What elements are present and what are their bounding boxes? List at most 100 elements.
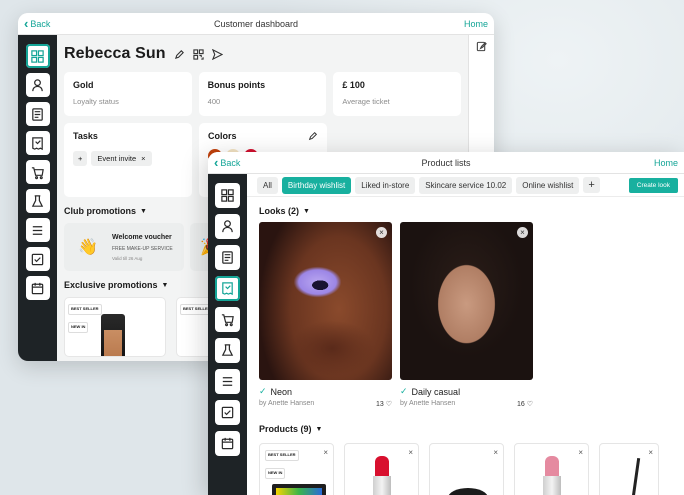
sidebar-item-tasks[interactable] — [215, 400, 240, 425]
chevron-left-icon: ‹ — [24, 16, 29, 31]
tasks-card: Tasks + Event invite × — [64, 123, 192, 197]
looks-header[interactable]: Looks (2) ▼ — [259, 206, 684, 216]
grid-icon — [221, 189, 234, 202]
task-chip-label: Event invite — [97, 154, 137, 163]
exclusive-promotions-label: Exclusive promotions — [64, 280, 158, 290]
edit-note-icon[interactable] — [476, 41, 487, 52]
pencil-icon[interactable] — [308, 131, 318, 141]
tasks-title: Tasks — [73, 131, 98, 141]
sidebar-item-tasks[interactable] — [25, 247, 50, 271]
bonus-points-label: Bonus points — [207, 80, 266, 90]
product-lists-window: ‹ Back Product lists Home All Birthday w… — [208, 152, 684, 495]
sidebar-item-list[interactable] — [25, 218, 50, 242]
grid-icon — [31, 49, 44, 63]
tab-online-wishlist[interactable]: Online wishlist — [516, 176, 580, 194]
promotion-validity: Valid till 26 Aug — [112, 255, 143, 261]
pencil-icon[interactable] — [174, 49, 185, 60]
look-author: by Anette Hansen — [259, 400, 315, 407]
chevron-left-icon: ‹ — [214, 155, 219, 170]
customer-header: Rebecca Sun — [64, 43, 461, 65]
look-card[interactable]: × ✓ Daily casual by Anette Hansen 16 ♡ — [400, 222, 533, 408]
palette-image — [272, 484, 326, 495]
remove-product-icon[interactable]: × — [408, 448, 413, 457]
bonus-points-card: Bonus points 400 — [198, 72, 327, 116]
tab-birthday-wishlist[interactable]: Birthday wishlist — [281, 176, 352, 194]
remove-product-icon[interactable]: × — [578, 448, 583, 457]
sidebar-item-lists[interactable] — [25, 131, 50, 155]
receipt-icon — [32, 136, 43, 150]
look-likes[interactable]: 16 ♡ — [517, 400, 533, 408]
exclusive-product-card[interactable]: BEST SELLER NEW IN — [64, 297, 166, 357]
add-list-button[interactable]: + — [583, 177, 600, 193]
sidebar-item-cart[interactable] — [25, 160, 50, 184]
task-chip[interactable]: Event invite × — [91, 151, 152, 166]
list-icon — [32, 225, 43, 235]
sidebar-item-lists[interactable] — [215, 276, 240, 301]
home-link[interactable]: Home — [464, 19, 494, 29]
sidebar-item-dashboard[interactable] — [25, 44, 50, 68]
sidebar-item-profile[interactable] — [25, 73, 50, 97]
user-icon — [222, 220, 233, 233]
back-button[interactable]: ‹ Back — [208, 155, 241, 170]
remove-product-icon[interactable]: × — [493, 448, 498, 457]
home-link[interactable]: Home — [654, 158, 684, 168]
product-card[interactable]: × — [514, 443, 589, 495]
sidebar-item-calendar[interactable] — [215, 431, 240, 456]
remove-look-icon[interactable]: × — [376, 227, 387, 238]
add-task-button[interactable]: + — [73, 151, 88, 166]
remove-look-icon[interactable]: × — [517, 227, 528, 238]
tab-all[interactable]: All — [257, 176, 278, 194]
tab-liked-in-store[interactable]: Liked in-store — [355, 176, 416, 194]
sidebar-item-dashboard[interactable] — [215, 183, 240, 208]
best-seller-badge: BEST SELLER — [68, 304, 102, 315]
product-lists-topbar: ‹ Back Product lists Home — [208, 152, 684, 174]
sidebar — [18, 35, 57, 361]
club-promotions-label: Club promotions — [64, 206, 136, 216]
customer-name: Rebecca Sun — [64, 45, 166, 62]
loyalty-card: Gold Loyalty status — [64, 72, 192, 116]
look-image-daily-casual: × — [400, 222, 533, 380]
loyalty-label: Loyalty status — [73, 97, 119, 106]
sidebar — [208, 174, 247, 495]
sidebar-item-samples[interactable] — [25, 189, 50, 213]
back-label: Back — [220, 157, 241, 168]
waving-hand-icon: 👋 — [78, 239, 98, 256]
caret-down-icon: ▼ — [303, 207, 310, 215]
average-ticket-card: £ 100 Average ticket — [333, 72, 462, 116]
calendar-icon — [221, 437, 234, 450]
product-card[interactable]: × — [599, 443, 659, 495]
look-likes[interactable]: 13 ♡ — [376, 400, 392, 408]
remove-product-icon[interactable]: × — [648, 448, 653, 457]
product-card[interactable]: × — [429, 443, 504, 495]
sidebar-item-profile[interactable] — [215, 214, 240, 239]
looks-label: Looks (2) — [259, 206, 300, 216]
sidebar-item-cart[interactable] — [215, 307, 240, 332]
look-name: Daily casual — [411, 386, 461, 397]
tab-skincare-service[interactable]: Skincare service 10.02 — [419, 176, 513, 194]
product-card[interactable]: × — [344, 443, 419, 495]
close-icon[interactable]: × — [141, 154, 145, 163]
send-icon[interactable] — [211, 48, 223, 60]
back-button[interactable]: ‹ Back — [18, 16, 50, 31]
pink-lipstick-image — [545, 456, 559, 476]
foundation-bottle-image — [101, 314, 125, 356]
red-lipstick-image — [375, 456, 389, 476]
sidebar-item-notes[interactable] — [215, 245, 240, 270]
sidebar-item-list[interactable] — [215, 369, 240, 394]
flask-icon — [31, 194, 44, 207]
create-look-button[interactable]: Create look — [628, 177, 678, 193]
qr-code-icon[interactable] — [192, 48, 204, 60]
sidebar-item-samples[interactable] — [215, 338, 240, 363]
look-card[interactable]: × ✓ Neon by Anette Hansen 13 ♡ — [259, 222, 392, 408]
heart-icon: ♡ — [385, 401, 392, 408]
likes-count: 16 — [516, 401, 525, 408]
notes-icon — [32, 107, 43, 121]
products-header[interactable]: Products (9) ▼ — [259, 424, 684, 434]
promotion-card[interactable]: 👋 Welcome voucher FREE MAKE-UP SERVICE V… — [64, 223, 184, 271]
product-card[interactable]: × BEST SELLER NEW IN — [259, 443, 334, 495]
new-in-badge: NEW IN — [68, 322, 89, 333]
remove-product-icon[interactable]: × — [323, 448, 328, 457]
sidebar-item-calendar[interactable] — [25, 276, 50, 300]
likes-count: 13 — [375, 401, 384, 408]
sidebar-item-notes[interactable] — [25, 102, 50, 126]
